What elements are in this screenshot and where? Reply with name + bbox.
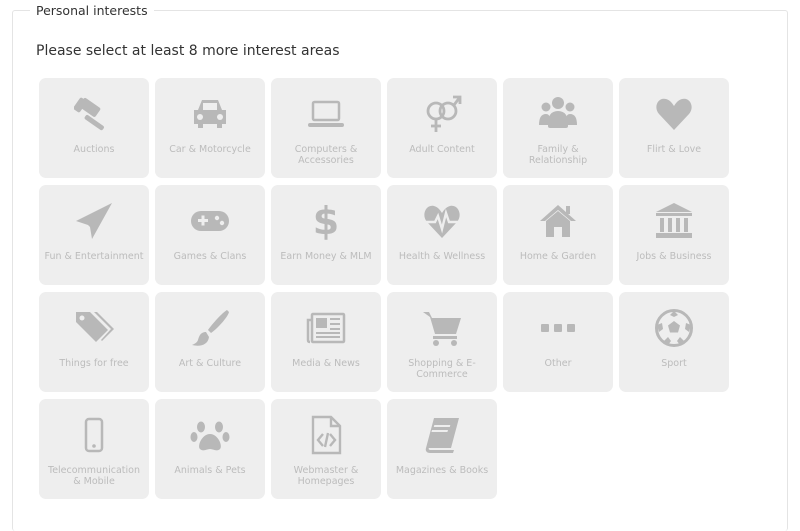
interest-tile-label: Animals & Pets [174,465,246,476]
interest-tile-games[interactable]: Games & Clans [155,185,265,285]
paintbrush-icon [192,310,229,346]
interest-tile-home[interactable]: Home & Garden [503,185,613,285]
mobile-phone-icon [84,417,104,453]
interest-tile-label: Flirt & Love [646,144,702,155]
interest-tile-jobs[interactable]: Jobs & Business [619,185,729,285]
book-icon [425,418,459,453]
interest-tile-label: Computers & Accessories [294,144,358,166]
interest-tile-auctions[interactable]: Auctions [39,78,149,178]
tags-icon [76,312,114,342]
interest-tile-health[interactable]: Health & Wellness [387,185,497,285]
interest-tile-label: Media & News [292,358,360,369]
interest-tile-fun[interactable]: Fun & Entertainment [39,185,149,285]
interest-tile-media[interactable]: Media & News [271,292,381,392]
bank-icon [656,203,692,238]
interest-tile-art[interactable]: Art & Culture [155,292,265,392]
gavel-icon [74,97,104,131]
interest-tile-flirt[interactable]: Flirt & Love [619,78,729,178]
interest-tile-label: Telecommunication & Mobile [48,465,140,487]
interest-tile-adult[interactable]: Adult Content [387,78,497,178]
dollar-icon: $ [313,201,339,241]
interest-tile-magazines[interactable]: Magazines & Books [387,399,497,499]
interest-tile-label: Magazines & Books [395,465,489,476]
interest-tile-label: Things for free [59,358,129,369]
ellipsis-icon [541,324,575,332]
interest-tile-label: Earn Money & MLM [280,251,372,262]
file-code-icon [311,415,342,455]
interest-tile-label: Games & Clans [173,251,247,262]
interest-tile-telecom[interactable]: Telecommunication & Mobile [39,399,149,499]
interest-tile-computers[interactable]: Computers & Accessories [271,78,381,178]
interest-tile-other[interactable]: Other [503,292,613,392]
interest-tile-label: Other [544,358,572,369]
home-icon [540,205,576,237]
paw-icon [190,421,230,451]
heartbeat-icon [424,205,460,238]
interest-tile-label: Art & Culture [178,358,242,369]
interest-tile-label: Webmaster & Homepages [293,465,359,487]
gamepad-icon [191,211,229,231]
interest-tile-label: Jobs & Business [636,251,712,262]
gender-icon [426,95,462,132]
interest-tile-webmaster[interactable]: Webmaster & Homepages [271,399,381,499]
interest-tile-sport[interactable]: Sport [619,292,729,392]
interest-tile-label: Car & Motorcycle [169,144,251,155]
interest-tile-family[interactable]: Family & Relationship [503,78,613,178]
laptop-icon [308,100,344,127]
interest-tile-free[interactable]: Things for free [39,292,149,392]
newspaper-icon [306,312,346,344]
interest-tile-label: Shopping & E-Commerce [408,358,476,380]
interest-tile-label: Family & Relationship [528,144,588,166]
interest-tile-label: Health & Wellness [398,251,486,262]
soccer-ball-icon [655,309,693,347]
users-icon [539,97,577,128]
car-icon [194,100,226,128]
interest-tile-label: Fun & Entertainment [44,251,144,262]
selection-prompt: Please select at least 8 more interest a… [36,43,340,59]
interest-tile-shopping[interactable]: Shopping & E-Commerce [387,292,497,392]
interest-tile-car[interactable]: Car & Motorcycle [155,78,265,178]
interest-tile-animals[interactable]: Animals & Pets [155,399,265,499]
interest-tile-label: Home & Garden [519,251,597,262]
interest-tile-label: Sport [661,358,687,369]
interest-grid: Auctions Car & Motorcycle Computers & Acce… [39,78,729,499]
paper-plane-icon [76,203,112,239]
shopping-cart-icon [423,312,461,346]
interest-tile-label: Adult Content [409,144,475,155]
interest-tile-money[interactable]: $ Earn Money & MLM [271,185,381,285]
section-legend: Personal interests [30,3,154,18]
interest-tile-label: Auctions [73,144,115,155]
heart-icon [656,98,692,130]
svg-text:$: $ [313,201,339,241]
